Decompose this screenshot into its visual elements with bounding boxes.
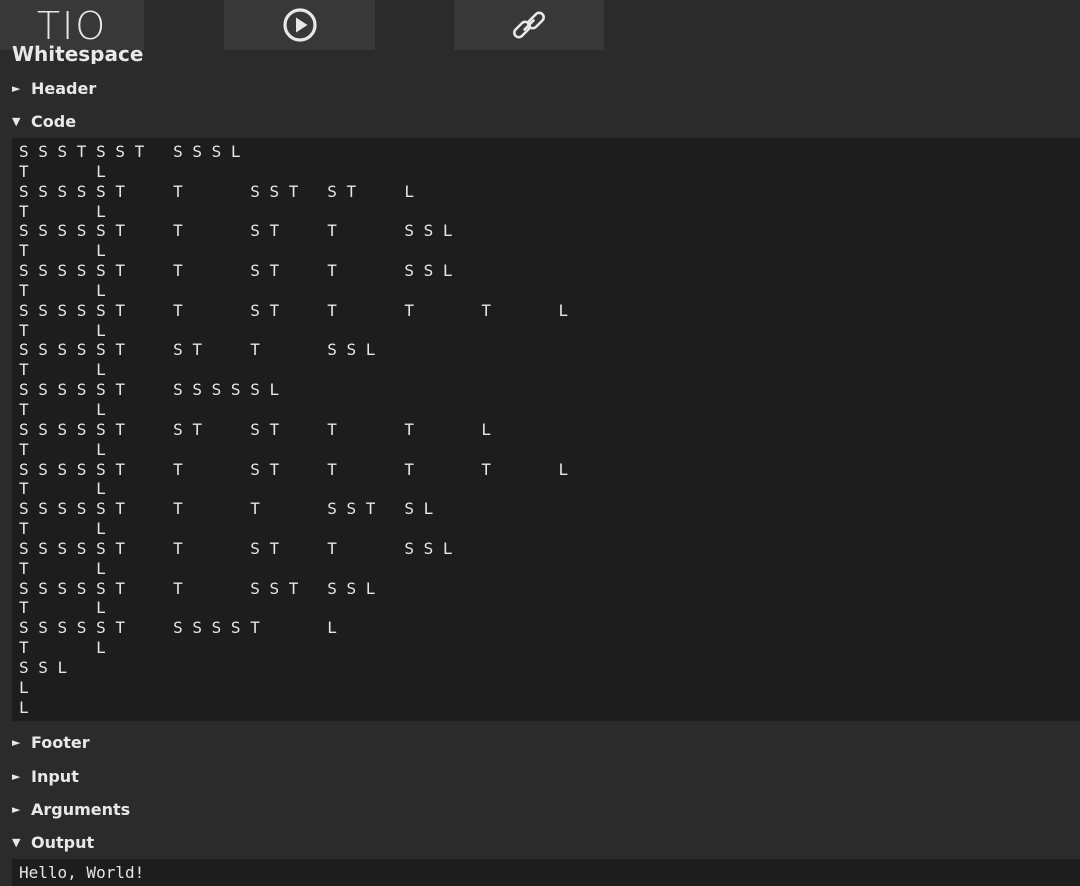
- section-arguments-label: Arguments: [31, 799, 131, 819]
- code-editor[interactable]: S S S T S S T S S S L T L S S S S S T T …: [12, 138, 1080, 721]
- run-button[interactable]: [224, 0, 375, 50]
- permalink-button[interactable]: [454, 0, 604, 50]
- link-icon: [513, 11, 545, 39]
- section-code[interactable]: ▼ Code: [12, 108, 76, 134]
- section-output-label: Output: [31, 832, 95, 852]
- section-output[interactable]: ▼ Output: [12, 829, 94, 855]
- section-header[interactable]: ► Header: [12, 75, 96, 101]
- language-title[interactable]: Whitespace: [12, 40, 143, 64]
- section-header-label: Header: [31, 78, 97, 98]
- collapsed-arrow-icon: ►: [12, 735, 21, 749]
- section-arguments[interactable]: ► Arguments: [12, 796, 130, 822]
- collapsed-arrow-icon: ►: [12, 769, 21, 783]
- collapsed-arrow-icon: ►: [12, 802, 21, 816]
- expanded-arrow-icon: ▼: [12, 114, 21, 128]
- output-area: Hello, World!: [12, 859, 1080, 886]
- run-icon: [282, 8, 317, 42]
- code-text[interactable]: S S S T S S T S S S L T L S S S S S T T …: [12, 138, 1080, 717]
- output-text: Hello, World!: [19, 863, 145, 882]
- section-input-label: Input: [31, 766, 79, 786]
- section-input[interactable]: ► Input: [12, 763, 79, 789]
- toolbar: TIO: [0, 0, 1080, 50]
- section-footer-label: Footer: [31, 732, 90, 752]
- section-footer[interactable]: ► Footer: [12, 729, 90, 755]
- collapsed-arrow-icon: ►: [12, 81, 21, 95]
- section-code-label: Code: [31, 111, 77, 131]
- expanded-arrow-icon: ▼: [12, 835, 21, 849]
